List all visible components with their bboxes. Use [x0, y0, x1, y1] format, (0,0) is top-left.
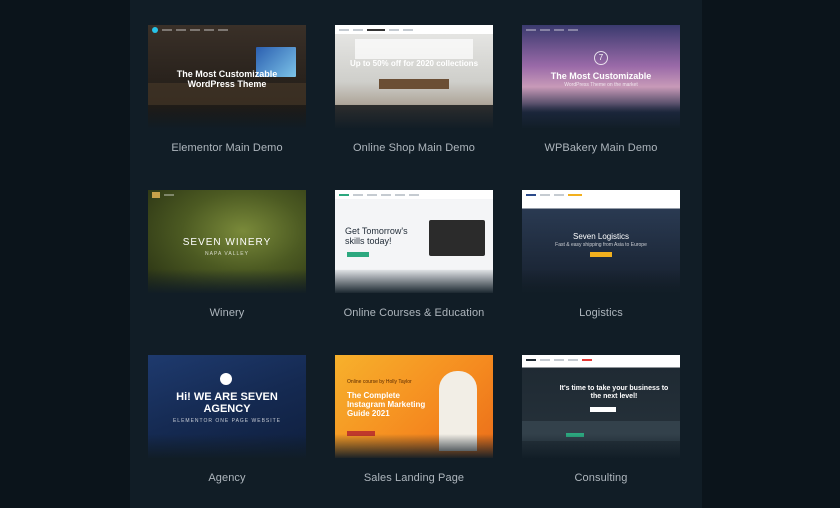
cta-button — [347, 431, 375, 436]
demo-label[interactable]: Winery — [118, 307, 336, 319]
thumb-nav — [335, 25, 493, 34]
demo-label[interactable]: WPBakery Main Demo — [492, 142, 710, 154]
thumb-nav — [522, 25, 680, 34]
thumb-hero-text: The Most Customizable — [550, 71, 652, 81]
demo-card-sales-landing[interactable]: Online course by Holly Taylor The Comple… — [335, 355, 493, 484]
thumb-nav — [522, 190, 680, 199]
demo-thumbnail-online-courses[interactable]: Get Tomorrow's skills today! — [335, 190, 493, 293]
thumb-hero-subtext: Online course by Holly Taylor — [347, 379, 412, 385]
demo-card-winery[interactable]: SEVEN WINERY NAPA VALLEY Winery — [148, 190, 306, 319]
demo-card-consulting[interactable]: It's time to take your business to the n… — [522, 355, 680, 484]
demo-thumbnail-logistics[interactable]: Seven Logistics Fast & easy shipping fro… — [522, 190, 680, 293]
thumb-hero-text: Seven Logistics — [572, 232, 630, 241]
thumb-hero-text: The Complete Instagram Marketing Guide 2… — [347, 391, 426, 418]
demo-card-elementor[interactable]: The Most Customizable WordPress Theme El… — [148, 25, 306, 154]
demo-card-logistics[interactable]: Seven Logistics Fast & easy shipping fro… — [522, 190, 680, 319]
demo-thumbnail-wpbakery[interactable]: 7 The Most Customizable WordPress Theme … — [522, 25, 680, 128]
demo-thumbnail-elementor[interactable]: The Most Customizable WordPress Theme — [148, 25, 306, 128]
demo-thumbnail-sales-landing[interactable]: Online course by Holly Taylor The Comple… — [335, 355, 493, 458]
demo-label[interactable]: Consulting — [492, 472, 710, 484]
demo-card-online-courses[interactable]: Get Tomorrow's skills today! Online Cour… — [335, 190, 493, 319]
demo-grid: The Most Customizable WordPress Theme El… — [0, 0, 840, 508]
thumb-nav — [148, 190, 306, 199]
thumb-nav — [148, 25, 306, 34]
person-image — [439, 371, 477, 451]
logo-icon: 7 — [594, 51, 608, 65]
courses-strip — [335, 270, 493, 293]
thumb-hero-text: Up to 50% off for 2020 collections — [349, 59, 479, 68]
thumb-hero-subtext: Fast & easy shipping from Asia to Europe — [555, 242, 647, 248]
cta-button — [590, 407, 616, 412]
thumb-hero-subtext: ELEMENTOR ONE PAGE WEBSITE — [172, 418, 282, 424]
demo-card-wpbakery[interactable]: 7 The Most Customizable WordPress Theme … — [522, 25, 680, 154]
thumb-hero-subtext: NAPA VALLEY — [205, 251, 249, 257]
demo-label[interactable]: Online Shop Main Demo — [305, 142, 523, 154]
ceiling-image — [355, 39, 473, 59]
demo-label[interactable]: Elementor Main Demo — [118, 142, 336, 154]
demo-thumbnail-agency[interactable]: Hi! WE ARE SEVEN AGENCY ELEMENTOR ONE PA… — [148, 355, 306, 458]
agency-logo-icon — [220, 373, 232, 385]
thumb-hero-subtext: WordPress Theme on the market — [564, 82, 638, 88]
laptop-image — [429, 220, 485, 256]
thumb-nav — [335, 190, 493, 199]
thumb-hero-text: The Most Customizable WordPress Theme — [176, 69, 278, 89]
cta-button — [347, 252, 369, 257]
demo-label[interactable]: Logistics — [492, 307, 710, 319]
thumb-hero-text: It's time to take your business to the n… — [559, 385, 669, 400]
demo-card-online-shop[interactable]: Up to 50% off for 2020 collections Onlin… — [335, 25, 493, 154]
demo-label[interactable]: Agency — [118, 472, 336, 484]
demo-label[interactable]: Online Courses & Education — [305, 307, 523, 319]
thumb-hero-text: SEVEN WINERY — [182, 237, 272, 248]
demo-thumbnail-online-shop[interactable]: Up to 50% off for 2020 collections — [335, 25, 493, 128]
demo-thumbnail-winery[interactable]: SEVEN WINERY NAPA VALLEY — [148, 190, 306, 293]
thumb-hero-text: Get Tomorrow's skills today! — [345, 226, 408, 246]
table-image — [379, 79, 449, 89]
cta-button — [590, 252, 612, 257]
demo-label[interactable]: Sales Landing Page — [305, 472, 523, 484]
thumb-nav — [522, 355, 680, 364]
accent-bar — [566, 433, 584, 437]
demo-card-agency[interactable]: Hi! WE ARE SEVEN AGENCY ELEMENTOR ONE PA… — [148, 355, 306, 484]
product-strip — [335, 105, 493, 128]
thumb-hero-text: Hi! WE ARE SEVEN AGENCY — [176, 391, 278, 415]
demo-thumbnail-consulting[interactable]: It's time to take your business to the n… — [522, 355, 680, 458]
feature-strip — [522, 421, 680, 441]
